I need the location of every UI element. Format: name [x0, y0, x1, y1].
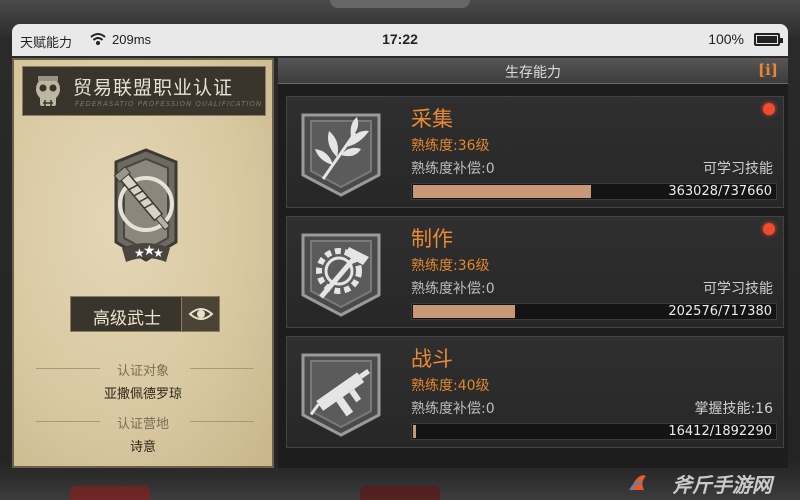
skill-learnable-tag: 可学习技能: [703, 161, 773, 177]
card-header: 贸易联盟职业认证 FEDERASATIO PROFESSION QUALIFIC…: [22, 66, 266, 116]
skill-name: 制作: [411, 227, 453, 251]
progress-fill: [413, 305, 515, 318]
skill-compensation: 熟练度补偿:0: [411, 281, 495, 297]
skill-row-gathering[interactable]: 采集 熟练度:36级 熟练度补偿:0 可学习技能 363028/737660: [286, 96, 784, 208]
skill-progress-bar: 16412/1892290: [411, 423, 777, 440]
info-button[interactable]: [i]: [756, 61, 780, 81]
skull-emblem-icon: [36, 76, 60, 106]
skill-name: 采集: [411, 107, 453, 131]
alert-dot-icon: [763, 223, 775, 235]
gear-hammer-icon: [301, 233, 381, 317]
rank-plate: 高级武士: [70, 296, 220, 332]
alert-dot-icon: [763, 103, 775, 115]
battery-icon: [754, 33, 783, 46]
skill-proficiency: 熟练度:40级: [411, 378, 490, 394]
camp-value: 诗意: [129, 440, 156, 455]
skills-panel: 生存能力 [i] 采集 熟练度:36级 熟练度补偿:0 可学习技能 363028…: [278, 58, 788, 468]
skill-mastered-tag: 掌握技能:16: [694, 401, 773, 417]
card-title: 贸易联盟职业认证: [73, 77, 234, 99]
bottom-center-button[interactable]: [360, 486, 440, 500]
skill-row-crafting[interactable]: 制作 熟练度:36级 熟练度补偿:0 可学习技能 202576/717380: [286, 216, 784, 328]
watermark-logo-icon: [629, 475, 646, 491]
watermark-text: 斧斤手游网: [672, 473, 772, 497]
clock: 17:22: [382, 31, 418, 47]
skill-name: 战斗: [411, 347, 453, 371]
warrior-badge-icon: ★ ★ ★: [113, 148, 178, 262]
svg-text:★: ★: [153, 246, 164, 260]
bottom-left-button[interactable]: [70, 486, 150, 500]
camp-label: 认证营地: [116, 417, 169, 432]
view-button[interactable]: [181, 297, 219, 331]
battery-percent: 100%: [708, 31, 744, 47]
eye-icon: [188, 308, 214, 320]
progress-fill: [413, 425, 416, 438]
status-bar: 天赋能力 209ms 17:22 100%: [12, 24, 788, 56]
panel-header: 生存能力 [i]: [278, 58, 788, 84]
skill-row-combat[interactable]: 战斗 熟练度:40级 熟练度补偿:0 掌握技能:16 16412/1892290: [286, 336, 784, 448]
card-subtitle: FEDERASATIO PROFESSION QUALIFICATION: [75, 100, 263, 108]
progress-fill: [413, 185, 591, 198]
skill-compensation: 熟练度补偿:0: [411, 161, 495, 177]
profession-card: 贸易联盟职业认证 FEDERASATIO PROFESSION QUALIFIC…: [12, 58, 274, 468]
panel-title: 生存能力: [505, 65, 561, 81]
skill-compensation: 熟练度补偿:0: [411, 401, 495, 417]
skill-progress-bar: 363028/737660: [411, 183, 777, 200]
skill-proficiency: 熟练度:36级: [411, 258, 490, 274]
info-icon: i: [765, 61, 771, 79]
progress-text: 363028/737660: [668, 184, 772, 199]
subject-label: 认证对象: [116, 364, 169, 379]
rank-label: 高级武士: [93, 309, 161, 329]
progress-text: 202576/717380: [668, 304, 772, 319]
skill-progress-bar: 202576/717380: [411, 303, 777, 320]
skill-learnable-tag: 可学习技能: [703, 281, 773, 297]
progress-text: 16412/1892290: [668, 424, 772, 439]
frame-notch: [330, 0, 470, 8]
herb-icon: [301, 113, 381, 197]
subject-value: 亚撒佩德罗琼: [103, 387, 182, 402]
skill-proficiency: 熟练度:36级: [411, 138, 490, 154]
submachine-gun-icon: [301, 353, 381, 437]
